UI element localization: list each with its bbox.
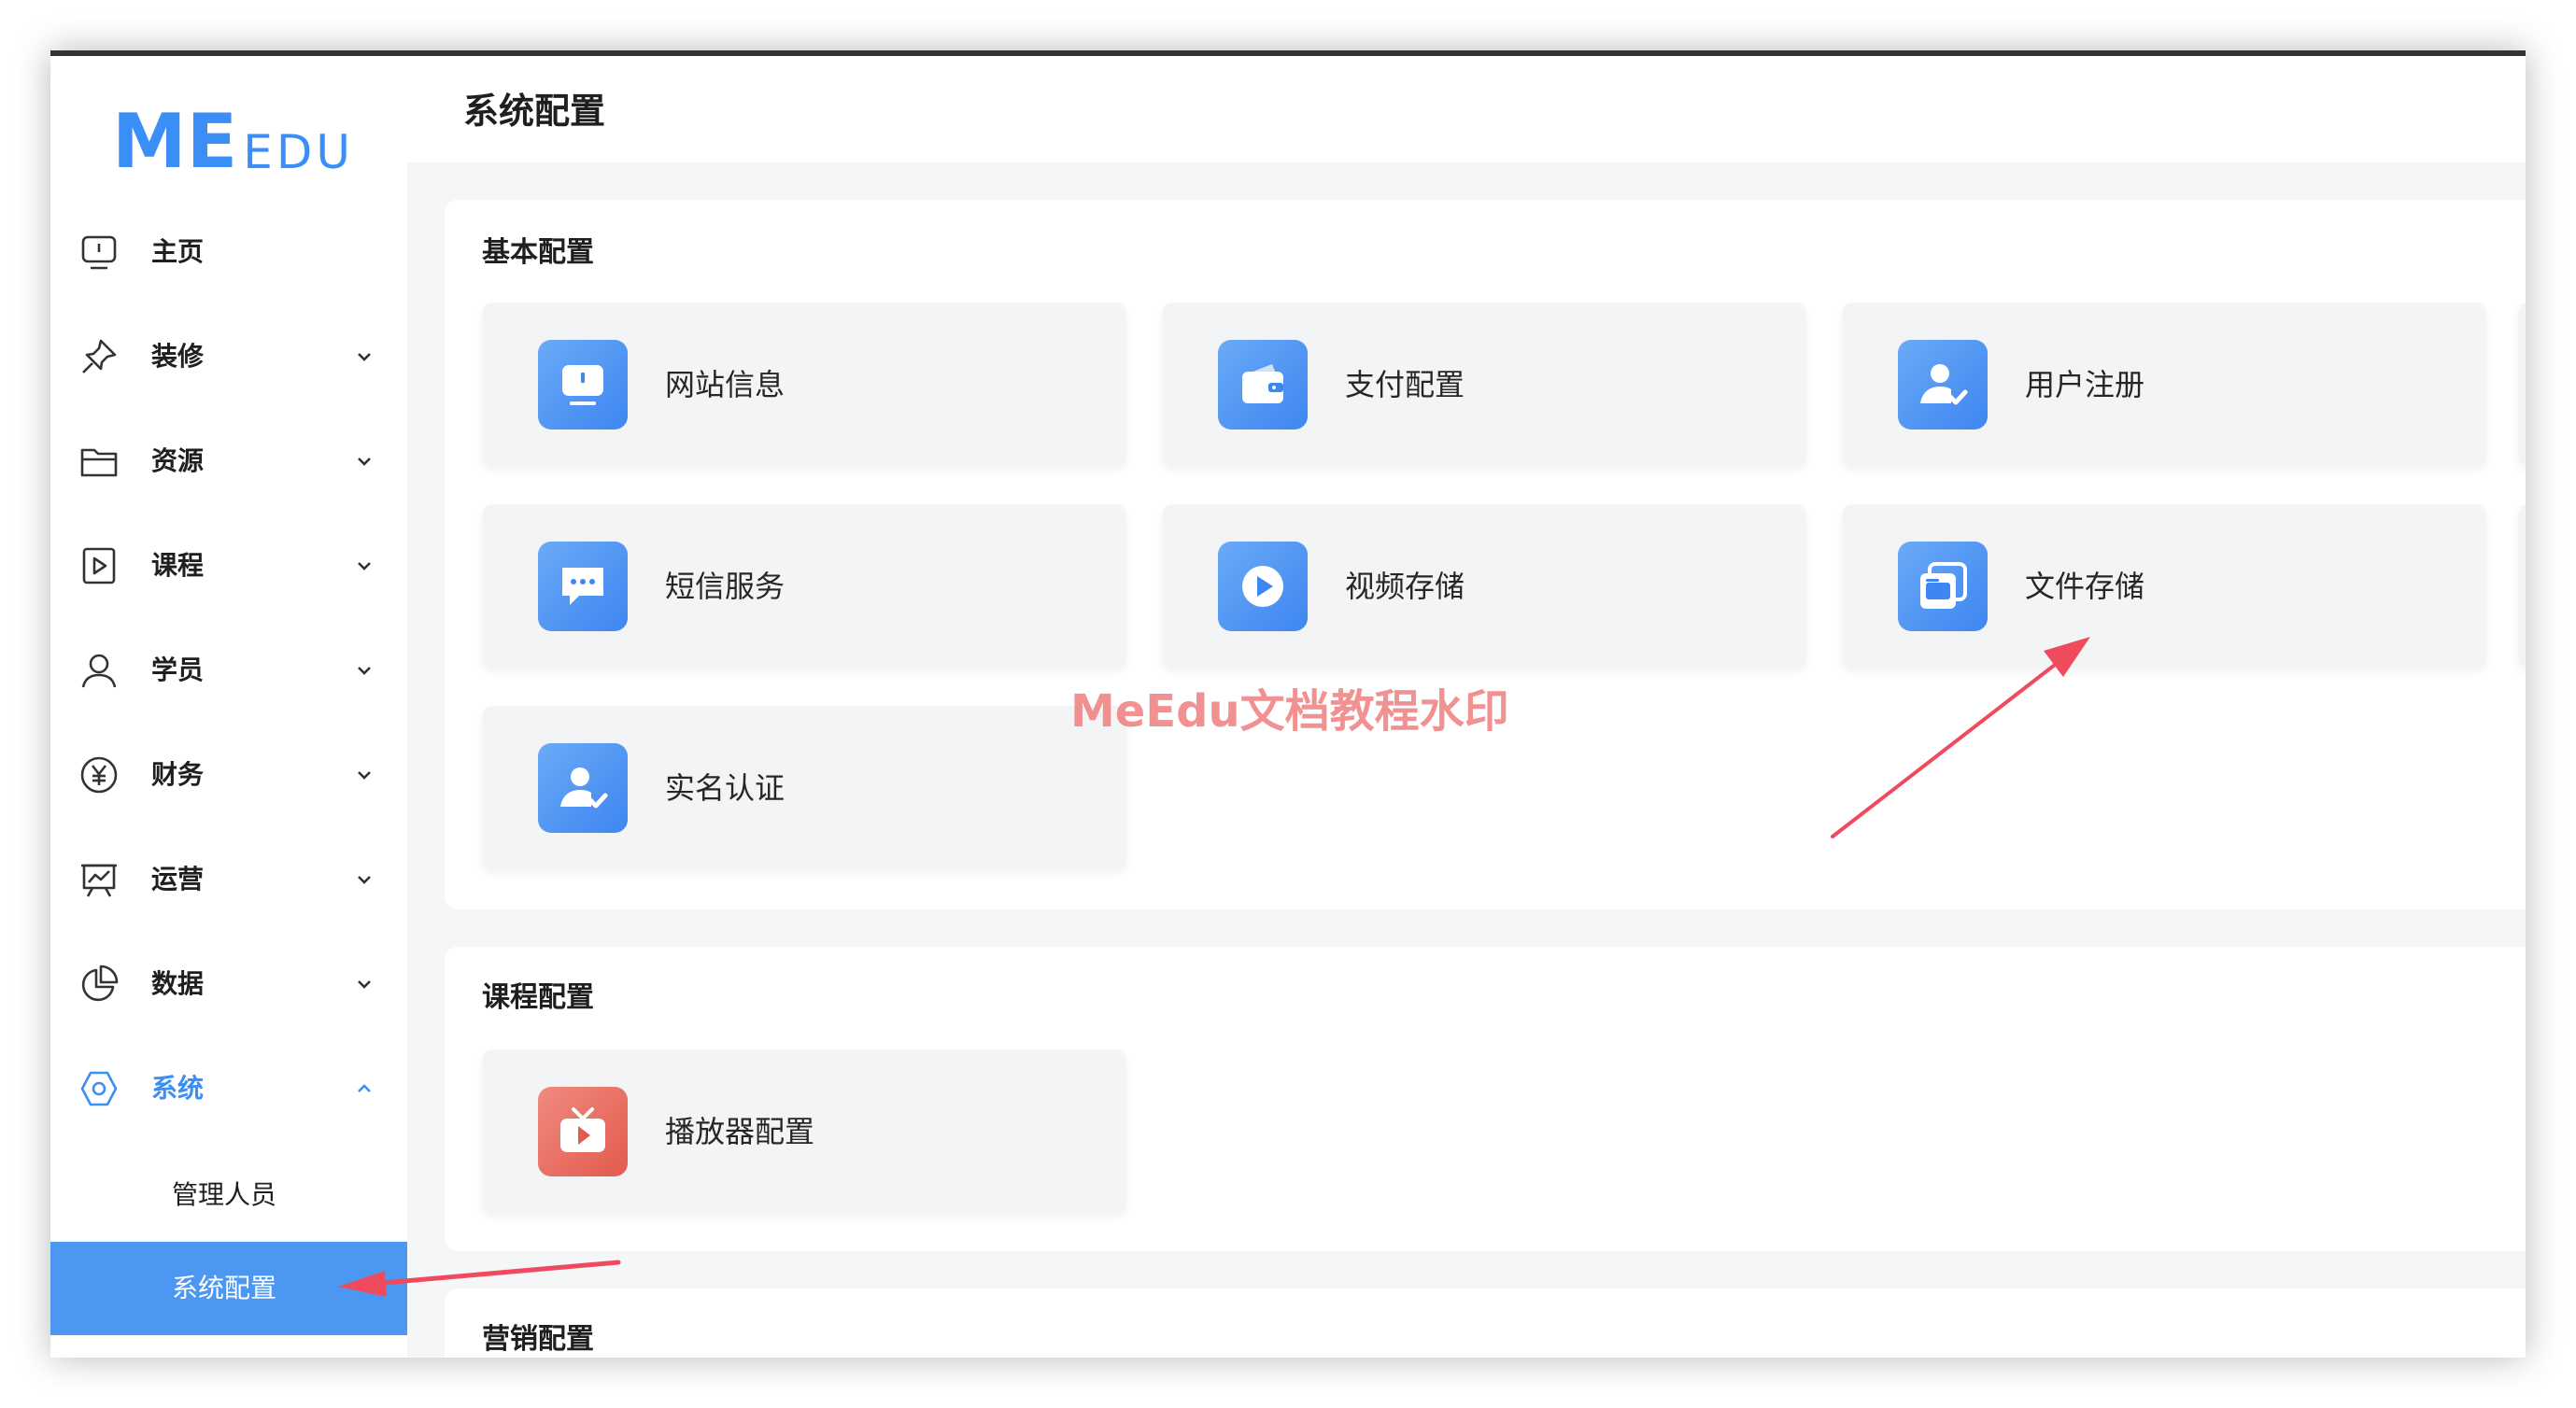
card-label: 网站信息 (665, 367, 786, 402)
card-real-name-auth[interactable]: 实名认证 (482, 706, 1126, 870)
gallery-icon (1898, 542, 1988, 631)
chevron-down-icon (351, 344, 377, 370)
card-label: 用户注册 (2025, 367, 2145, 402)
section-marketing-config: 营销配置 (445, 1288, 2526, 1358)
sidebar-item-resources[interactable]: 资源 (50, 424, 407, 499)
chevron-down-icon (351, 553, 377, 579)
sidebar-item-label: 数据 (151, 968, 205, 999)
section-title: 课程配置 (482, 981, 594, 1014)
card-label: 实名认证 (665, 770, 786, 806)
logo-text: EDU (243, 125, 354, 179)
card-payment-config[interactable]: 支付配置 (1162, 303, 1806, 467)
card-label: 支付配置 (1345, 367, 1465, 402)
sidebar-item-decorate[interactable]: 装修 (50, 319, 407, 394)
sidebar-item-label: 财务 (151, 759, 205, 790)
meedu-logo[interactable]: M E EDU (112, 98, 354, 185)
yen-circle-icon (78, 754, 120, 796)
play-square-icon (78, 545, 120, 586)
logo-letter-e: E (186, 98, 238, 185)
chevron-down-icon (351, 866, 377, 893)
sidebar-item-label: 系统 (151, 1073, 205, 1104)
sidebar-subitem-admins[interactable]: 管理人员 (50, 1148, 407, 1242)
logo-letter-m: M (112, 98, 187, 185)
sidebar-item-data[interactable]: 数据 (50, 947, 407, 1021)
page-header: 系统配置 (407, 56, 2526, 162)
card-user-registration[interactable]: 用户注册 (1842, 303, 2486, 467)
tv-play-icon (538, 1087, 628, 1176)
sidebar-subitem-system-config[interactable]: 系统配置 (50, 1242, 407, 1335)
sidebar-subitem-label: 管理人员 (172, 1179, 277, 1210)
section-title: 营销配置 (482, 1323, 594, 1356)
card-sms-service[interactable]: 短信服务 (482, 504, 1126, 669)
card-site-info[interactable]: 网站信息 (482, 303, 1126, 467)
sidebar-item-label: 主页 (151, 236, 205, 267)
chevron-up-icon (351, 1076, 377, 1102)
card-player-config[interactable]: 播放器配置 (482, 1049, 1126, 1214)
section-title: 基本配置 (482, 236, 594, 269)
pushpin-icon (78, 336, 120, 377)
sidebar-item-students[interactable]: 学员 (50, 633, 407, 708)
card-label: 视频存储 (1345, 569, 1465, 604)
card-file-storage[interactable]: 文件存储 (1842, 504, 2486, 669)
chevron-down-icon (351, 657, 377, 683)
settings-hex-icon (78, 1068, 120, 1109)
chevron-down-icon (351, 448, 377, 474)
play-circle-icon (1218, 542, 1308, 631)
sidebar-item-label: 课程 (151, 550, 205, 581)
chevron-down-icon (351, 971, 377, 997)
message-icon (538, 542, 628, 631)
wallet-icon (1218, 340, 1308, 429)
user-icon (78, 650, 120, 691)
pie-chart-icon (78, 964, 120, 1005)
sidebar-item-label: 运营 (151, 864, 205, 894)
section-course-config: 课程配置 播放器配置 (445, 947, 2526, 1251)
sidebar-subitem-label: 系统配置 (172, 1273, 277, 1303)
card-video-storage[interactable]: 视频存储 (1162, 504, 1806, 669)
card-label: 播放器配置 (665, 1114, 815, 1149)
sidebar-item-courses[interactable]: 课程 (50, 528, 407, 603)
sidebar: M E EDU 主页 装修 资源 课程 学员 财务 运营 数据 系统 管理人员 … (50, 56, 407, 1358)
user-verify-icon (538, 743, 628, 833)
monitor-icon (78, 232, 120, 273)
sidebar-item-finance[interactable]: 财务 (50, 738, 407, 812)
chart-board-icon (78, 859, 120, 900)
sidebar-item-system[interactable]: 系统 (50, 1051, 407, 1126)
sidebar-item-label: 学员 (151, 655, 205, 685)
chevron-down-icon (351, 762, 377, 788)
sidebar-item-label: 装修 (151, 341, 205, 372)
card-label: 文件存储 (2025, 569, 2145, 604)
page-title: 系统配置 (463, 91, 606, 132)
folder-icon (78, 441, 120, 482)
card-hidden-partial[interactable] (2518, 504, 2526, 669)
monitor-icon (538, 340, 628, 429)
card-label: 短信服务 (665, 569, 786, 604)
sidebar-item-operations[interactable]: 运营 (50, 842, 407, 917)
user-check-icon (1898, 340, 1988, 429)
app-window: M E EDU 主页 装修 资源 课程 学员 财务 运营 数据 系统 管理人员 … (50, 50, 2526, 1358)
sidebar-item-home[interactable]: 主页 (50, 215, 407, 289)
sidebar-item-label: 资源 (151, 445, 205, 476)
card-hidden-partial[interactable] (2518, 303, 2526, 467)
section-basic-config: 基本配置 网站信息 支付配置 用户注册 短信服务 视频存储 文件存储 实名认证 (445, 200, 2526, 909)
